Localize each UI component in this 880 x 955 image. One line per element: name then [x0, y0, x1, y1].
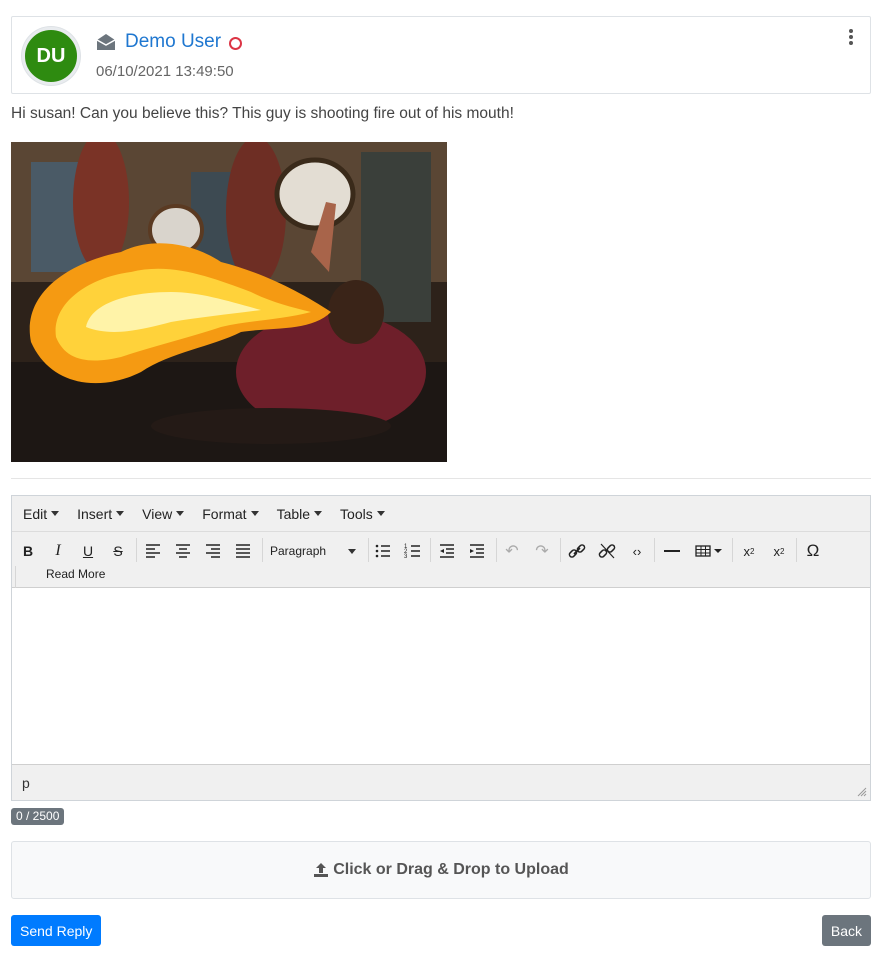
message-body: Hi susan! Can you believe this? This guy…: [11, 105, 514, 122]
rich-text-editor: Edit Insert View Format Table Tools B I …: [11, 495, 871, 801]
numbered-list-icon[interactable]: 123: [400, 540, 426, 562]
special-character-icon[interactable]: Ω: [800, 540, 826, 562]
caret-down-icon: [348, 548, 356, 554]
align-center-icon[interactable]: [170, 540, 196, 562]
superscript-icon[interactable]: x2: [766, 540, 792, 562]
fire-performer-image: [11, 142, 447, 462]
editor-menubar: Edit Insert View Format Table Tools: [12, 496, 870, 532]
svg-text:3: 3: [404, 554, 408, 560]
send-reply-button[interactable]: Send Reply: [11, 915, 102, 946]
more-options-icon[interactable]: [846, 29, 856, 49]
sender-name-link[interactable]: Demo User: [125, 30, 221, 54]
indent-icon[interactable]: [464, 540, 490, 562]
subscript-icon[interactable]: x2: [736, 540, 762, 562]
redo-icon[interactable]: ↷: [529, 540, 555, 562]
editor-content-area[interactable]: [12, 588, 870, 764]
italic-icon[interactable]: I: [45, 540, 71, 562]
caret-down-icon: [376, 511, 385, 516]
caret-down-icon: [176, 511, 185, 516]
message-image: [11, 142, 447, 462]
upload-dropzone[interactable]: Click or Drag & Drop to Upload: [11, 841, 871, 899]
strikethrough-icon[interactable]: S: [105, 540, 131, 562]
bold-icon[interactable]: B: [15, 540, 41, 562]
menu-table[interactable]: Table: [268, 506, 331, 522]
back-button[interactable]: Back: [821, 915, 871, 946]
menu-insert[interactable]: Insert: [68, 506, 133, 522]
unlink-icon[interactable]: [594, 540, 620, 562]
outdent-icon[interactable]: [434, 540, 460, 562]
source-code-icon[interactable]: ‹›: [624, 540, 650, 562]
menu-view[interactable]: View: [133, 506, 193, 522]
align-justify-icon[interactable]: [230, 540, 256, 562]
editor-statusbar: p: [12, 764, 870, 800]
underline-icon[interactable]: U: [75, 540, 101, 562]
read-more-button[interactable]: Read More: [46, 567, 105, 581]
menu-edit[interactable]: Edit: [14, 506, 68, 522]
editor-toolbar: B I U S Paragraph 123 ↶ ↷ ‹› x2 x2 Ω Rea…: [12, 532, 870, 588]
menu-tools[interactable]: Tools: [331, 506, 394, 522]
upload-label: Click or Drag & Drop to Upload: [333, 861, 569, 878]
table-icon[interactable]: [692, 540, 728, 562]
status-offline-icon: [229, 37, 242, 50]
align-right-icon[interactable]: [200, 540, 226, 562]
upload-icon: [314, 863, 329, 877]
element-path[interactable]: p: [22, 775, 30, 791]
paragraph-format-select[interactable]: Paragraph: [270, 540, 362, 562]
message-header: DU Demo User 06/10/2021 13:49:50: [11, 16, 871, 94]
resize-handle-icon[interactable]: [857, 787, 867, 797]
link-icon[interactable]: [564, 540, 590, 562]
caret-down-icon: [250, 511, 259, 516]
caret-down-icon: [51, 511, 60, 516]
avatar: DU: [22, 27, 80, 85]
message-timestamp: 06/10/2021 13:49:50: [96, 63, 234, 80]
caret-down-icon: [314, 511, 323, 516]
horizontal-line-icon[interactable]: [659, 540, 685, 562]
envelope-open-icon: [96, 34, 116, 50]
align-left-icon[interactable]: [140, 540, 166, 562]
caret-down-icon: [116, 511, 125, 516]
bullet-list-icon[interactable]: [370, 540, 396, 562]
divider: [11, 478, 871, 479]
undo-icon[interactable]: ↶: [499, 540, 525, 562]
character-count-badge: 0 / 2500: [11, 808, 65, 825]
menu-format[interactable]: Format: [193, 506, 267, 522]
